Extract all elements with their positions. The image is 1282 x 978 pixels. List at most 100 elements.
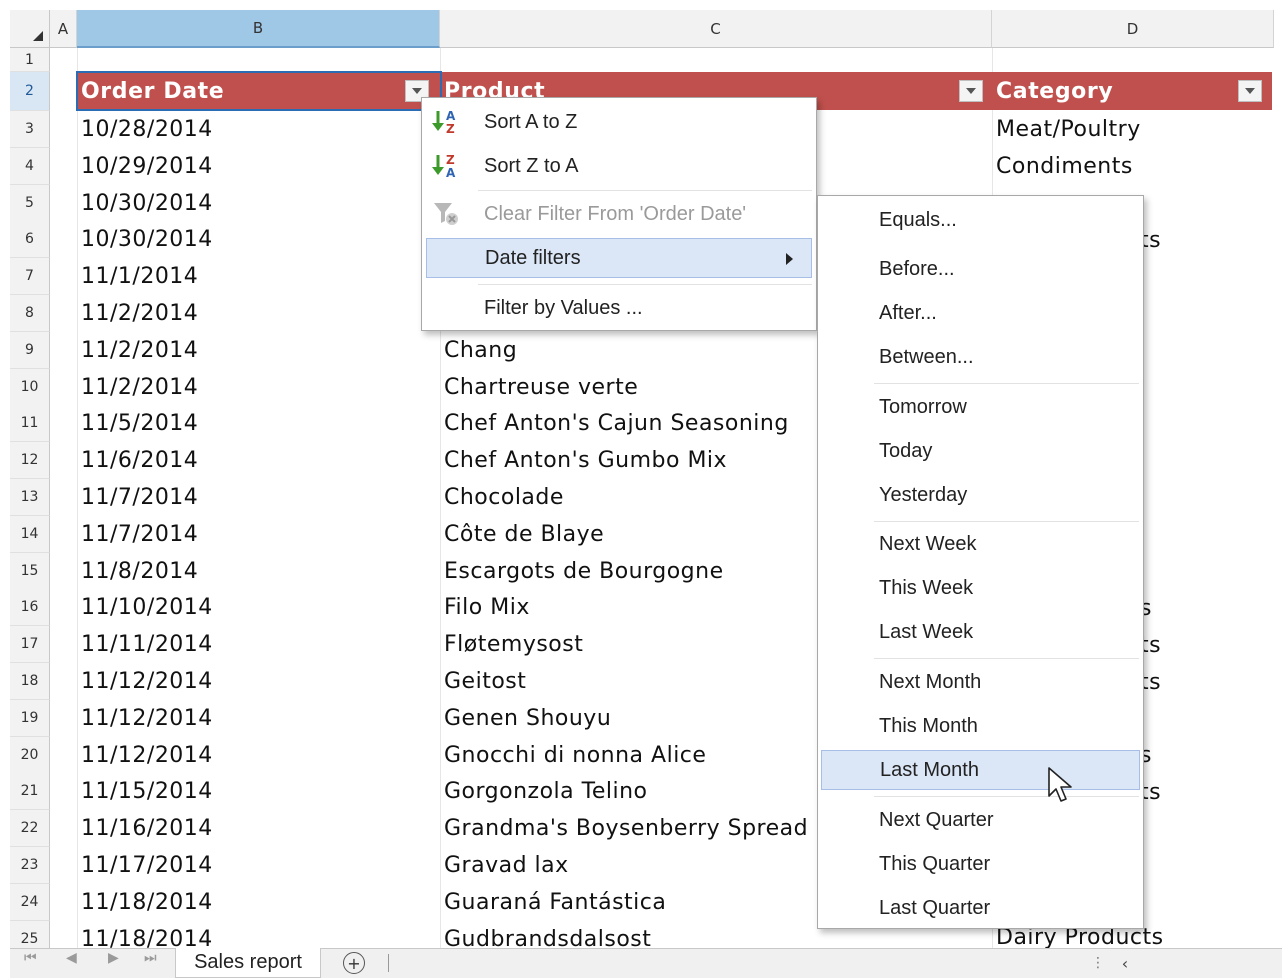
product-cell[interactable]: Guaraná Fantástica	[440, 884, 820, 921]
product-cell[interactable]: Chartreuse verte	[440, 369, 820, 406]
date-filters-item[interactable]: Date filters	[426, 238, 812, 278]
category-cell-row3[interactable]: Meat/Poultry	[992, 111, 1274, 148]
date-filter-item-next-week[interactable]: Next Week	[818, 524, 1143, 564]
product-cell[interactable]: Genen Shouyu	[440, 700, 820, 737]
product-cell[interactable]: Gravad lax	[440, 847, 820, 884]
row-header[interactable]: 18	[10, 663, 50, 700]
column-header-d[interactable]: D	[992, 10, 1274, 48]
row-header[interactable]: 5	[10, 184, 50, 222]
product-cell[interactable]: Geitost	[440, 663, 820, 700]
order-date-cell[interactable]: 11/7/2014	[77, 479, 440, 516]
date-filter-item-this-quarter[interactable]: This Quarter	[818, 844, 1143, 884]
order-date-cell[interactable]: 11/7/2014	[77, 516, 440, 553]
row-header[interactable]: 1	[10, 48, 50, 72]
date-filter-item-next-month[interactable]: Next Month	[818, 662, 1143, 702]
date-filter-item-last-month[interactable]: Last Month	[821, 750, 1140, 790]
product-cell[interactable]: Gorgonzola Telino	[440, 773, 820, 810]
product-cell[interactable]: Chocolade	[440, 479, 820, 516]
row-header[interactable]: 23	[10, 847, 50, 884]
order-date-cell[interactable]: 11/2/2014	[77, 295, 440, 332]
row-header[interactable]: 16	[10, 589, 50, 627]
row-header[interactable]: 22	[10, 810, 50, 848]
date-filter-item-last-quarter[interactable]: Last Quarter	[818, 888, 1143, 928]
date-filter-item-before[interactable]: Before...	[818, 249, 1143, 289]
row-header[interactable]: 7	[10, 258, 50, 296]
order-date-cell[interactable]: 10/29/2014	[77, 148, 440, 185]
row-header[interactable]: 13	[10, 479, 50, 516]
product-cell[interactable]: Gnocchi di nonna Alice	[440, 737, 820, 774]
order-date-cell[interactable]: 10/28/2014	[77, 111, 440, 148]
product-cell[interactable]: Chef Anton's Gumbo Mix	[440, 442, 820, 479]
sort-z-to-a-item[interactable]: Z A Sort Z to A	[422, 146, 816, 186]
row-header[interactable]: 19	[10, 699, 50, 737]
row-header[interactable]: 9	[10, 331, 50, 369]
row-header[interactable]: 8	[10, 295, 50, 332]
date-filter-item-this-week[interactable]: This Week	[818, 568, 1143, 608]
row-header[interactable]: 6	[10, 221, 50, 259]
order-date-cell[interactable]: 11/18/2014	[77, 884, 440, 921]
row-header[interactable]: 17	[10, 626, 50, 664]
date-filter-item-today[interactable]: Today	[818, 431, 1143, 471]
date-filter-item-last-week[interactable]: Last Week	[818, 612, 1143, 652]
order-date-cell[interactable]: 11/2/2014	[77, 332, 440, 369]
order-date-cell[interactable]: 11/1/2014	[77, 258, 440, 295]
category-cell-row4[interactable]: Condiments	[992, 148, 1274, 185]
order-date-cell[interactable]: 11/12/2014	[77, 663, 440, 700]
column-header-c[interactable]: C	[440, 10, 992, 48]
order-date-cell[interactable]: 11/15/2014	[77, 773, 440, 810]
product-cell[interactable]: Côte de Blaye	[440, 516, 820, 553]
row-header[interactable]: 20	[10, 736, 50, 774]
add-sheet-icon[interactable]: +	[343, 952, 365, 974]
select-all-corner[interactable]	[10, 10, 50, 48]
sheet-tab-sales-report[interactable]: Sales report	[175, 948, 321, 978]
menu-item-label: Tomorrow	[879, 395, 967, 418]
row-header[interactable]: 2	[10, 72, 50, 111]
filter-by-values-item[interactable]: Filter by Values ...	[422, 288, 816, 328]
order-date-cell[interactable]: 11/10/2014	[77, 589, 440, 626]
last-sheet-icon[interactable]: ⏭	[144, 950, 157, 966]
date-filter-item-after[interactable]: After...	[818, 293, 1143, 333]
prev-sheet-icon[interactable]: ◀	[66, 950, 77, 966]
scroll-left-icon[interactable]: ‹	[1110, 948, 1140, 978]
next-sheet-icon[interactable]: ▶	[108, 950, 119, 966]
row-header[interactable]: 14	[10, 515, 50, 553]
date-filter-item-equals[interactable]: Equals...	[818, 200, 1143, 240]
date-filter-item-this-month[interactable]: This Month	[818, 706, 1143, 746]
sort-a-to-z-item[interactable]: A Z Sort A to Z	[422, 102, 816, 142]
row-header[interactable]: 11	[10, 405, 50, 443]
row-header[interactable]: 21	[10, 773, 50, 811]
order-date-cell[interactable]: 11/17/2014	[77, 847, 440, 884]
product-cell[interactable]: Grandma's Boysenberry Spread	[440, 810, 820, 847]
first-sheet-icon[interactable]: ⏮	[24, 950, 37, 966]
product-cell[interactable]: Chef Anton's Cajun Seasoning	[440, 405, 820, 442]
order-date-cell[interactable]: 11/8/2014	[77, 553, 440, 590]
row-header[interactable]: 4	[10, 147, 50, 185]
order-date-cell[interactable]: 10/30/2014	[77, 185, 440, 222]
product-cell[interactable]: Filo Mix	[440, 589, 820, 626]
order-date-cell[interactable]: 11/12/2014	[77, 737, 440, 774]
row-header[interactable]: 3	[10, 111, 50, 148]
order-date-cell[interactable]: 11/5/2014	[77, 405, 440, 442]
date-filter-item-tomorrow[interactable]: Tomorrow	[818, 387, 1143, 427]
order-date-cell[interactable]: 11/12/2014	[77, 700, 440, 737]
order-date-cell[interactable]: 11/11/2014	[77, 626, 440, 663]
product-filter-button[interactable]	[959, 80, 983, 102]
category-filter-button[interactable]	[1238, 80, 1262, 102]
order-date-cell[interactable]: 11/16/2014	[77, 810, 440, 847]
row-header[interactable]: 12	[10, 442, 50, 480]
product-cell[interactable]: Chang	[440, 332, 820, 369]
column-header-a[interactable]: A	[50, 10, 77, 48]
order-date-cell[interactable]: 10/30/2014	[77, 221, 440, 258]
order-date-cell[interactable]: 11/6/2014	[77, 442, 440, 479]
product-cell[interactable]: Escargots de Bourgogne	[440, 553, 820, 590]
tab-splitter-handle[interactable]: ⋮	[1086, 948, 1110, 978]
column-header-b[interactable]: B	[77, 10, 440, 48]
product-cell[interactable]: Fløtemysost	[440, 626, 820, 663]
date-filter-item-yesterday[interactable]: Yesterday	[818, 475, 1143, 515]
row-header[interactable]: 24	[10, 883, 50, 921]
date-filter-item-next-quarter[interactable]: Next Quarter	[818, 800, 1143, 840]
row-header[interactable]: 15	[10, 552, 50, 590]
date-filter-item-between[interactable]: Between...	[818, 337, 1143, 377]
order-date-cell[interactable]: 11/2/2014	[77, 369, 440, 406]
row-header[interactable]: 10	[10, 368, 50, 406]
